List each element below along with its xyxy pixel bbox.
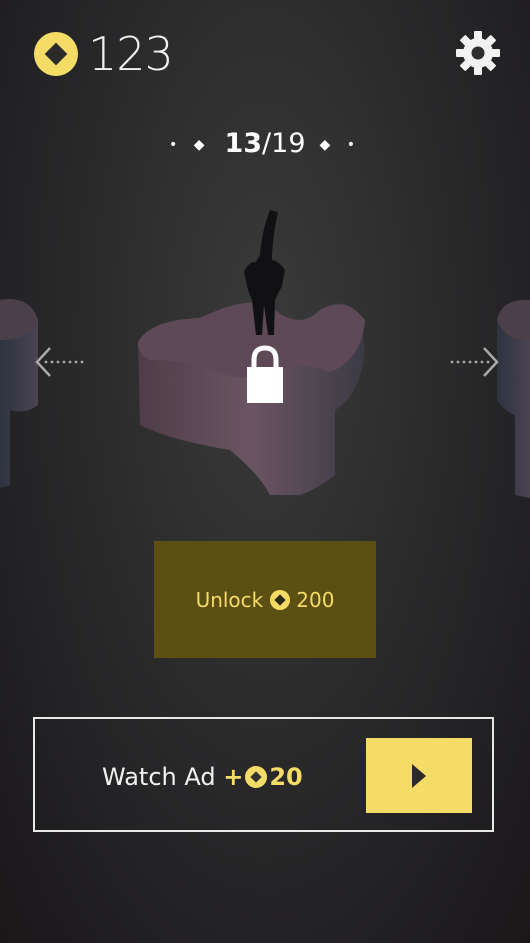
level-decor-right: ◆ • — [319, 136, 361, 153]
watch-ad-label: Watch Ad — [102, 763, 216, 791]
reward-amount: 20 — [269, 763, 303, 791]
play-icon — [412, 764, 426, 788]
level-separator: / — [262, 128, 272, 159]
watch-ad-text: Watch Ad +20 — [102, 760, 303, 794]
unlock-cost: 200 — [296, 587, 335, 612]
coin-icon — [34, 32, 78, 76]
coin-count: 123 — [88, 27, 174, 81]
platform-next — [497, 299, 530, 498]
reward-plus: + — [223, 763, 244, 791]
watch-ad-play-button[interactable] — [366, 738, 472, 813]
unlock-label: Unlock — [195, 587, 264, 612]
platform-previous — [0, 299, 38, 488]
arrow-right-icon[interactable] — [448, 345, 500, 379]
gear-icon[interactable] — [455, 30, 501, 76]
arrow-left-icon[interactable] — [34, 345, 86, 379]
unlock-button[interactable]: Unlock 200 — [154, 541, 376, 658]
coin-icon — [270, 589, 291, 610]
level-decor-left: • ◆ — [168, 136, 211, 153]
level-total: 19 — [271, 128, 306, 159]
level-indicator: • ◆ 13/19 ◆ • — [0, 124, 530, 165]
level-current: 13 — [224, 128, 263, 159]
coin-icon — [245, 766, 268, 788]
